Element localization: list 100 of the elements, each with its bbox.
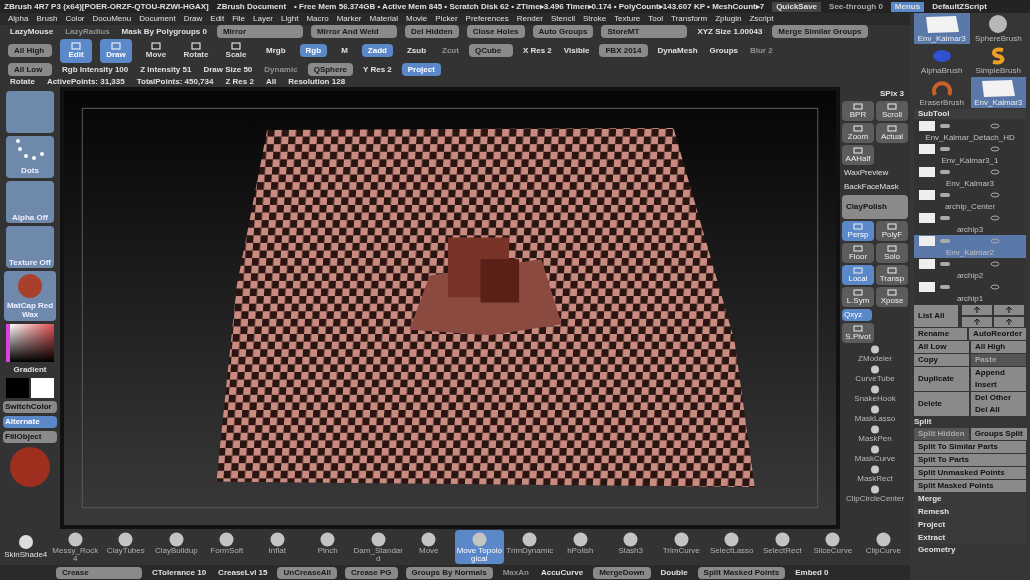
brush-button[interactable]: ClayTubes [101, 530, 151, 564]
menu-item[interactable]: Stroke [582, 14, 607, 24]
brush-button[interactable]: SelectRect [757, 530, 807, 564]
menu-item[interactable]: Draw [183, 14, 203, 24]
subtool-button[interactable]: Delete [914, 392, 969, 416]
subtool-button[interactable]: All High [971, 341, 1026, 353]
menu-item[interactable]: Texture [614, 14, 641, 24]
tool-thumbnail[interactable]: Env_Kalmar3 [914, 13, 970, 44]
brush-button[interactable]: ZModeler [842, 345, 908, 363]
subtool-item[interactable]: Env_Kalmar3_1 [914, 143, 1026, 166]
color-swatch[interactable] [31, 378, 54, 398]
tool-thumbnail[interactable]: Env_Kalmar3 [970, 77, 1026, 108]
arrow-button-icon[interactable] [962, 317, 992, 327]
brush-button[interactable]: ClipCurve [858, 530, 908, 564]
brush-button[interactable]: Dam_Standard [353, 530, 403, 564]
tool-button[interactable]: Move [140, 38, 172, 63]
subtool-button[interactable]: Del All [971, 404, 1026, 416]
shelf-button[interactable]: All High [8, 44, 52, 58]
shelf-button[interactable]: FBX 2014 [599, 44, 648, 58]
view-button[interactable]: BPR [842, 101, 874, 121]
menu-item[interactable]: File [232, 14, 245, 24]
shelf-button[interactable]: Auto Groups [532, 25, 594, 39]
subtool-item[interactable]: Env_Kalmar3 [914, 166, 1026, 189]
shelf-button[interactable]: Del Hidden [404, 25, 459, 39]
menu-item[interactable]: Movie [405, 14, 428, 24]
shelf-button[interactable]: Split Masked Points [697, 566, 786, 579]
brush-button[interactable]: MaskCurve [842, 445, 908, 463]
shelf-button[interactable]: Mirror [216, 25, 303, 39]
view-button[interactable]: Local [842, 265, 874, 285]
subtool-item[interactable]: Env_Kalmar_Detach_HD [914, 120, 1026, 143]
menu-item[interactable]: Color [65, 14, 85, 24]
view-button[interactable]: Floor [842, 243, 874, 263]
thumbnail-button[interactable] [6, 91, 54, 133]
subtool-button[interactable]: Append [971, 367, 1026, 379]
view-button[interactable]: Persp [842, 221, 874, 241]
tool-button[interactable]: Scale [220, 38, 252, 63]
menu-item[interactable]: DocuMenu [92, 14, 132, 24]
shelf-button[interactable]: All Low [8, 63, 52, 77]
shelf-button[interactable]: Merge Similar Groups [772, 25, 868, 39]
subtool-button[interactable]: Groups Split [970, 428, 1027, 440]
color-swatch[interactable] [6, 378, 29, 398]
section-header[interactable]: Remesh [914, 506, 1026, 518]
brush-button[interactable]: Inflat [252, 530, 302, 564]
arrow-button-icon[interactable] [962, 305, 992, 315]
section-header[interactable]: Project [914, 519, 1026, 531]
menu-item[interactable]: Macro [306, 14, 329, 24]
brush-button[interactable]: Move Topological [454, 530, 504, 564]
toggle-button[interactable]: Rgb [299, 44, 328, 58]
menu-item[interactable]: Marker [336, 14, 362, 24]
subtool-item[interactable]: archip2 [914, 258, 1026, 281]
menu-item[interactable]: Preferences [465, 14, 509, 24]
brush-button[interactable]: SnakeHook [842, 385, 908, 403]
material-button[interactable]: MatCap Red Wax [4, 271, 56, 321]
shelf-button[interactable]: Groups By Normals [405, 566, 493, 579]
subtool-button[interactable]: Insert [971, 379, 1026, 391]
subtool-item[interactable]: archip3 [914, 212, 1026, 235]
tool-thumbnail[interactable]: SphereBrush [970, 13, 1026, 44]
menu-item[interactable]: Edit [210, 14, 225, 24]
color-picker[interactable] [6, 324, 54, 362]
subtool-button[interactable]: Split Hidden [914, 428, 969, 440]
toggle-button[interactable]: Project [401, 63, 441, 77]
view-button[interactable]: PolyF [876, 221, 908, 241]
toggle-button[interactable]: Zsub [400, 44, 432, 58]
brush-button[interactable]: MaskPen [842, 425, 908, 443]
tool-button[interactable]: Draw [100, 38, 132, 63]
subtool-button[interactable]: Copy [914, 354, 969, 366]
tool-thumbnail[interactable]: SimpleBrush [970, 45, 1026, 76]
brush-button[interactable]: Move [404, 530, 454, 564]
toggle-button[interactable]: Mrgb [260, 44, 292, 58]
material-button[interactable]: SkinShade4 [2, 534, 50, 560]
menu-item[interactable]: Stencil [550, 14, 575, 24]
brush-button[interactable]: MaskRect [842, 465, 908, 483]
menu-item[interactable]: Render [516, 14, 543, 24]
menu-item[interactable]: Light [281, 14, 299, 24]
view-button[interactable]: Zoom [842, 123, 874, 143]
toggle-button[interactable]: Zadd [361, 44, 393, 58]
shelf-button[interactable]: QCube [468, 44, 513, 58]
subtool-button[interactable]: Del Other [971, 392, 1026, 404]
brush-button[interactable]: ClayBuildup [151, 530, 201, 564]
brush-button[interactable]: SelectLasso [707, 530, 757, 564]
view-button[interactable]: Transp [876, 265, 908, 285]
toggle-button[interactable]: M [335, 44, 354, 58]
menu-item[interactable]: Brush [36, 14, 58, 24]
subtool-item[interactable]: archip1 [914, 281, 1026, 304]
subtool-button[interactable]: Paste [971, 354, 1026, 366]
thumbnail-button[interactable]: Alpha Off [6, 181, 54, 223]
view-button[interactable]: S.Pivot [842, 323, 874, 343]
menu-item[interactable]: Zscript [749, 14, 774, 24]
shelf-button[interactable]: Crease [56, 566, 142, 579]
geometry-header[interactable]: Geometry [914, 545, 1026, 555]
menu-item[interactable]: Layer [253, 14, 274, 24]
shelf-button[interactable]: UnCreaseAll [277, 566, 338, 579]
shelf-button[interactable]: Crease PG [345, 566, 398, 579]
shelf-button[interactable]: BackFaceMask [842, 181, 908, 193]
stroke-button[interactable]: Dots [6, 136, 54, 178]
view-button[interactable]: L.Sym [842, 287, 874, 307]
shelf-button[interactable]: Close Holes [466, 25, 525, 39]
shelf-button[interactable]: QSphere [307, 63, 353, 77]
split-button[interactable]: Split To Parts [914, 454, 1026, 466]
shelf-button[interactable]: FillObject [3, 431, 57, 443]
